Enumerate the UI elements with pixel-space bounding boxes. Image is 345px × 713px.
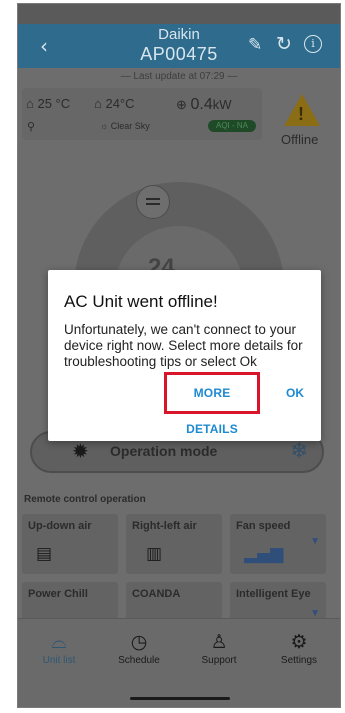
router-icon: ⌓ <box>51 631 67 653</box>
gear-icon: ⚙ <box>290 631 308 653</box>
nav-schedule[interactable]: ◷ Schedule <box>104 631 174 666</box>
nav-label: Settings <box>280 655 318 666</box>
offline-status: Offline <box>281 132 319 147</box>
sun-icon: ✹ <box>72 439 89 463</box>
warning-mark: ! <box>298 104 304 124</box>
location-icon: ⚲ <box>27 121 36 133</box>
tile-fan-speed[interactable]: Fan speed ▂▄▆ ▼ <box>230 514 326 574</box>
nav-support[interactable]: ♙ Support <box>184 631 254 666</box>
knob-line <box>146 198 160 200</box>
more-details-button[interactable]: MORE DETAILS <box>164 372 260 436</box>
tile-label: Up-down air <box>28 520 92 532</box>
tile-label: COANDA <box>132 588 181 600</box>
nav-label: Support <box>201 655 237 666</box>
outdoor-temp: ⌂ 24°C <box>94 96 135 111</box>
power-reading: ⊕ 0.4kW <box>176 96 232 113</box>
tile-label: Fan speed <box>236 520 291 532</box>
edit-icon[interactable]: ✎ <box>248 35 262 55</box>
vertical-swing-icon: ▤ <box>36 544 53 564</box>
bottom-nav: ⌓ Unit list ◷ Schedule ♙ Support ⚙ Setti… <box>18 618 340 707</box>
nav-settings[interactable]: ⚙ Settings <box>264 631 334 666</box>
clock-icon: ◷ <box>130 631 148 653</box>
last-update: — Last update at 07:29 — <box>120 71 238 82</box>
weather-condition: ☼ Clear Sky <box>100 121 150 131</box>
refresh-icon[interactable]: ↻ <box>276 33 292 55</box>
snowflake-icon: ❄ <box>290 439 309 464</box>
status-bar <box>18 4 340 24</box>
chevron-down-icon[interactable]: ▼ <box>310 536 320 547</box>
aqi-badge: AQI - NA <box>208 120 256 132</box>
horizontal-swing-icon: ▥ <box>146 544 163 564</box>
tile-label: Intelligent Eye <box>236 588 311 600</box>
tile-right-left-air[interactable]: Right-left air ▥ <box>126 514 222 574</box>
tile-label: Right-left air <box>132 520 197 532</box>
nav-unit-list[interactable]: ⌓ Unit list <box>24 631 94 666</box>
tile-up-down-air[interactable]: Up-down air ▤ <box>22 514 118 574</box>
dialog-message: Unfortunately, we can't connect to your … <box>64 322 303 369</box>
remote-control-label: Remote control operation <box>24 494 146 505</box>
phone-screen: ‹ Daikin AP00475 ✎ ↻ i — Last update at … <box>17 3 341 708</box>
knob-line <box>146 203 160 205</box>
offline-dialog: AC Unit went offline! Unfortunately, we … <box>48 270 321 441</box>
indoor-temp: ⌂ 25 °C <box>26 96 71 111</box>
dialog-title: AC Unit went offline! <box>64 292 218 311</box>
info-icon[interactable]: i <box>304 35 322 53</box>
app-bar: ‹ Daikin AP00475 ✎ ↻ i <box>18 24 340 68</box>
ok-button[interactable]: OK <box>286 372 304 414</box>
home-indicator[interactable] <box>130 697 230 700</box>
fan-speed-icon: ▂▄▆ <box>244 544 284 564</box>
weather-card: ⌂ 25 °C ⌂ 24°C ⊕ 0.4kW ⚲ ☼ Clear Sky AQI… <box>22 88 262 140</box>
nav-label: Unit list <box>42 655 76 666</box>
person-icon: ♙ <box>210 631 228 653</box>
nav-label: Schedule <box>118 655 160 666</box>
tile-label: Power Chill <box>28 588 88 600</box>
power-button[interactable] <box>136 185 170 219</box>
